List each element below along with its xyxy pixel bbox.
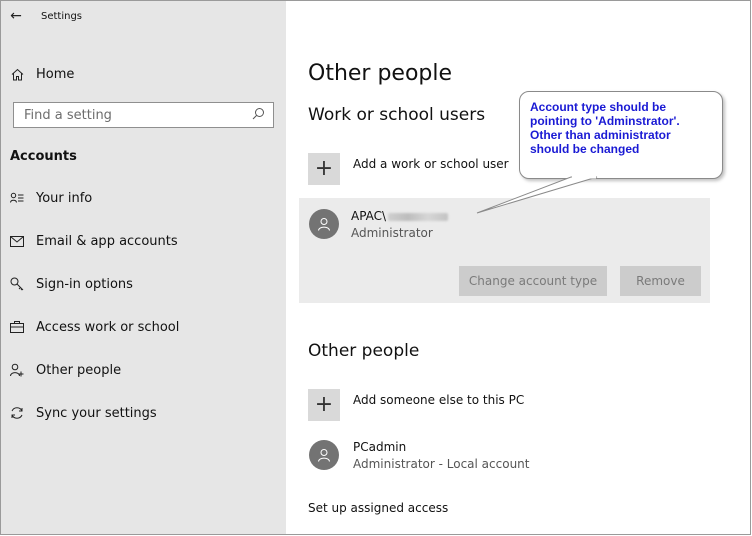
callout-line: Account type should be [530,100,667,114]
avatar [309,440,339,470]
sidebar-item-sign-in-options[interactable]: Sign-in options [1,267,286,301]
sidebar-item-email-app-accounts[interactable]: Email & app accounts [1,224,286,258]
sidebar-item-label: Sync your settings [36,405,157,421]
person-add-icon [10,363,24,377]
sidebar-item-other-people[interactable]: Other people [1,353,286,387]
mail-icon [10,234,24,248]
person-icon [318,218,330,231]
add-work-user-row[interactable]: + Add a work or school user [308,153,509,185]
callout-line: should be changed [530,142,640,156]
search-input[interactable] [22,106,246,124]
plus-icon[interactable]: + [308,153,340,185]
account-name: APAC\ [351,209,449,223]
back-arrow-icon[interactable]: ← [1,1,31,31]
person-list-icon [10,191,24,205]
window-title: Settings [41,10,83,22]
sidebar-item-label: Your info [36,190,93,206]
sidebar-item-label: Sign-in options [36,276,133,292]
add-someone-row[interactable]: + Add someone else to this PC [308,389,524,421]
sync-icon [10,406,24,420]
remove-button[interactable]: Remove [620,266,701,296]
account-name: PCadmin [353,440,407,454]
page-title: Other people [308,61,453,86]
account-role: Administrator - Local account [353,457,530,471]
main-content: Other people Work or school users + Add … [286,1,750,534]
annotation-callout: Account type should be pointing to 'Admi… [519,91,723,179]
settings-window: ← Settings Home Accounts Your info [0,0,751,535]
work-account-card[interactable]: APAC\ Administrator Change account type … [299,198,710,303]
home-icon [10,67,24,81]
change-account-type-button[interactable]: Change account type [459,266,607,296]
sidebar-item-your-info[interactable]: Your info [1,181,286,215]
sidebar-item-access-work-or-school[interactable]: Access work or school [1,310,286,344]
avatar [309,209,339,239]
key-icon [10,277,24,291]
assigned-access-link[interactable]: Set up assigned access [308,501,448,515]
sidebar-item-label: Other people [36,362,122,378]
other-section-title: Other people [308,341,420,361]
section-title-accounts: Accounts [10,149,77,164]
work-section-title: Work or school users [308,105,486,125]
redacted-username [388,212,449,221]
add-someone-label[interactable]: Add someone else to this PC [353,393,524,407]
search-field[interactable] [13,102,274,128]
local-account-row[interactable]: PCadmin Administrator - Local account [309,440,529,471]
title-bar: ← Settings [1,1,286,31]
sidebar-item-home[interactable]: Home [1,57,286,91]
sidebar-item-label: Email & app accounts [36,233,178,249]
callout-line: Other than administrator [530,128,671,142]
account-role: Administrator [351,226,433,240]
sidebar-item-sync-your-settings[interactable]: Sync your settings [1,396,286,430]
callout-line: pointing to 'Adminstrator'. [530,114,680,128]
sidebar-item-label: Access work or school [36,319,180,335]
plus-icon[interactable]: + [308,389,340,421]
add-work-user-label[interactable]: Add a work or school user [353,157,509,171]
sidebar: ← Settings Home Accounts Your info [1,1,286,534]
briefcase-icon [10,320,24,334]
sidebar-item-label: Home [36,66,75,82]
person-icon [318,449,330,462]
search-icon[interactable] [252,107,265,124]
